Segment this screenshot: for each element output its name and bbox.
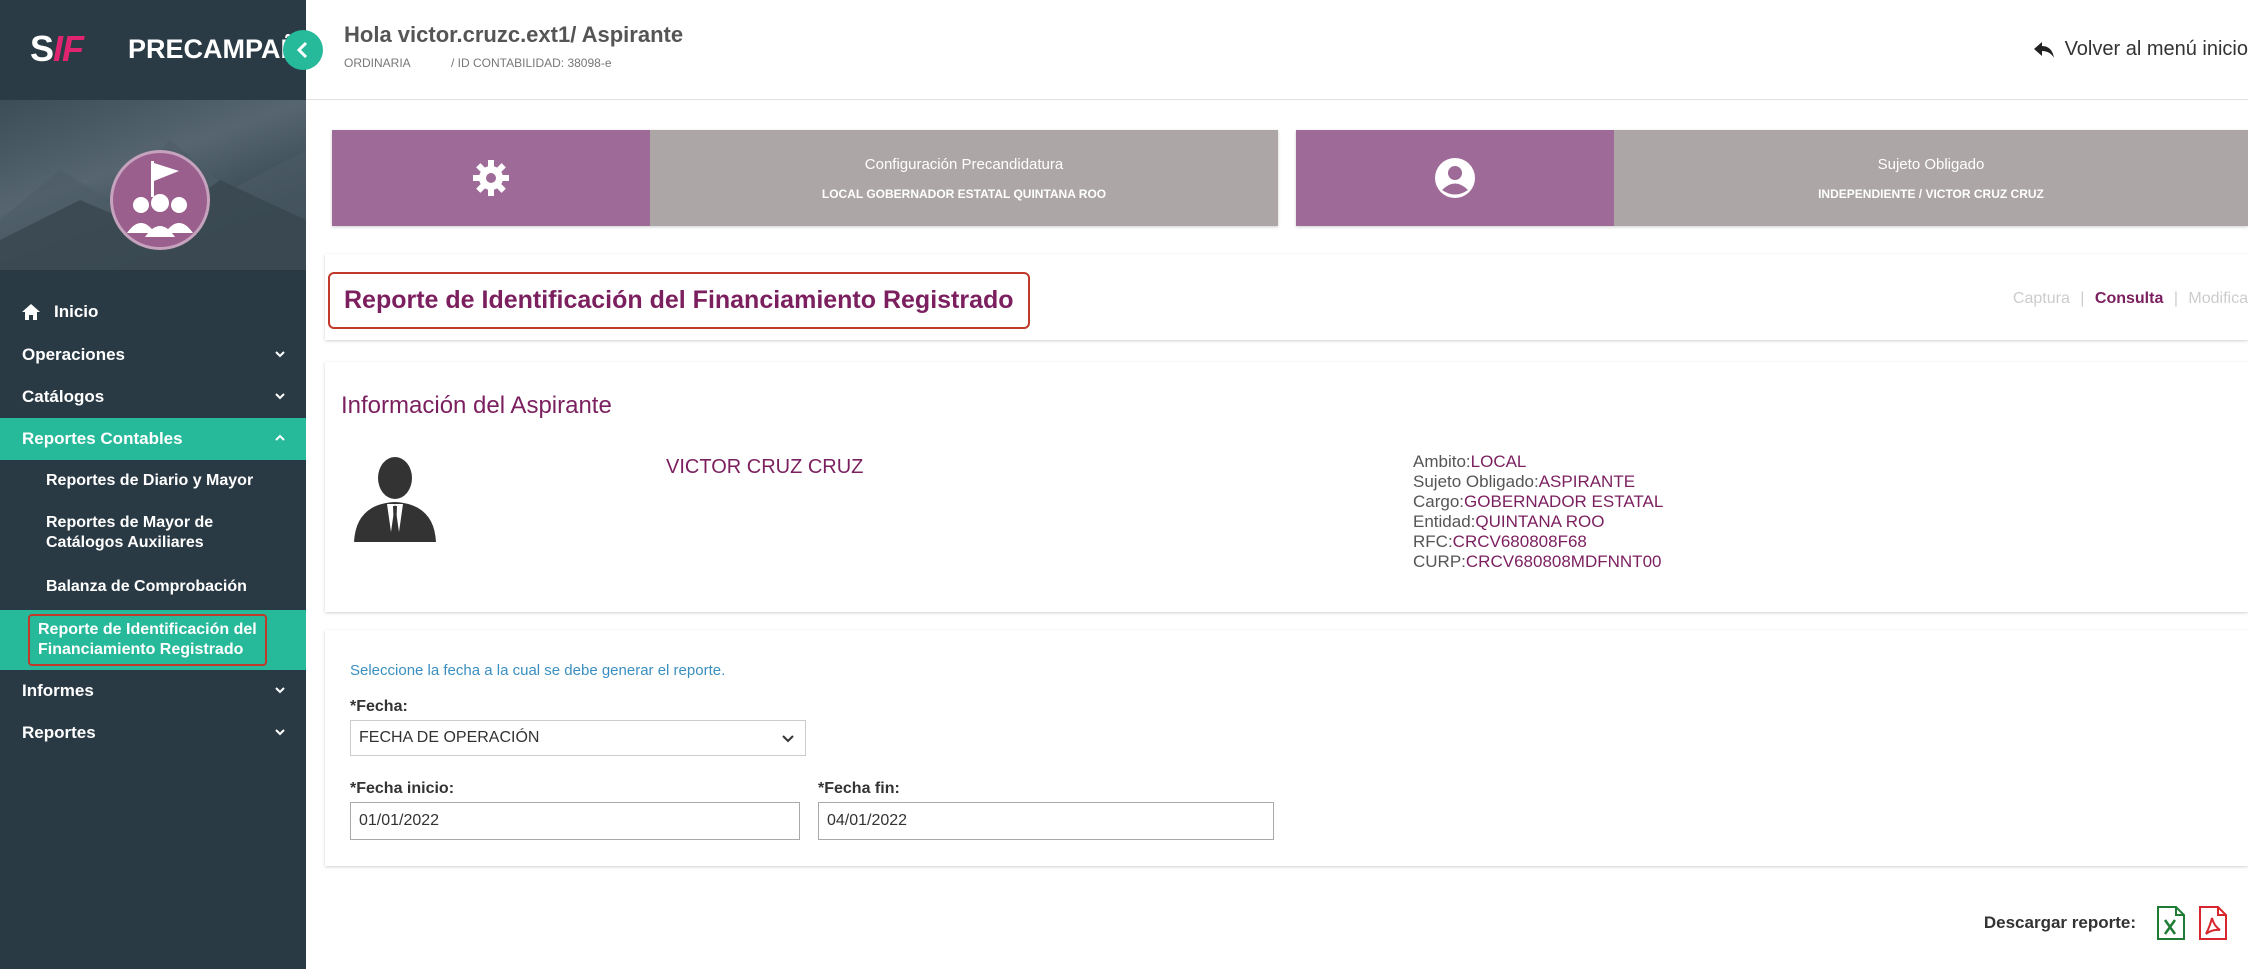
sidebar-subitem-label: Catálogos Auxiliares xyxy=(46,534,204,551)
sidebar-subitem-label: Reportes de Diario y Mayor xyxy=(46,472,254,489)
back-link-label: Volver al menú inicio xyxy=(2064,38,2248,60)
mode-tabs: Captura | Consulta | Modifica xyxy=(2013,290,2248,308)
sidebar-item-reportes-contables[interactable]: Reportes Contables xyxy=(0,418,306,460)
person-avatar-icon xyxy=(354,457,436,542)
config-card-label: Configuración Precandidatura xyxy=(864,155,1064,173)
sidebar-item-label: Inicio xyxy=(54,302,99,321)
entidad-label: Entidad: xyxy=(1413,512,1476,531)
chevron-down-icon xyxy=(275,393,285,400)
entidad-value: QUINTANA ROO xyxy=(1475,512,1605,531)
form-hint: Seleccione la fecha a la cual se debe ge… xyxy=(350,662,726,679)
aspirant-section-title: Información del Aspirante xyxy=(341,392,612,419)
rfc-value: CRCV680808F68 xyxy=(1452,532,1587,551)
rfc-label: RFC: xyxy=(1413,532,1453,551)
pdf-icon[interactable] xyxy=(2198,906,2228,940)
tab-separator: | xyxy=(2080,290,2085,307)
sidebar: SIF PRECAMPAÑA Inicio Operaciones Catálo… xyxy=(0,0,320,969)
fecha-inicio-label: *Fecha inicio: xyxy=(350,780,455,797)
config-card: Configuración Precandidatura LOCAL GOBER… xyxy=(332,130,1278,226)
home-icon xyxy=(22,304,40,320)
aspirant-details: Ambito:LOCAL Sujeto Obligado:ASPIRANTE C… xyxy=(1413,452,1663,572)
sujeto-value: ASPIRANTE xyxy=(1538,472,1636,491)
chevron-down-icon xyxy=(275,687,285,694)
sidebar-subitem-label: Reportes de Mayor de xyxy=(46,514,214,531)
excel-icon[interactable] xyxy=(2156,906,2186,940)
fecha-inicio-input[interactable]: 01/01/2022 xyxy=(350,802,800,840)
download-report-bar: Descargar reporte: xyxy=(1984,906,2228,940)
sujeto-card-label: Sujeto Obligado xyxy=(1877,155,1985,173)
back-to-menu-link[interactable]: Volver al menú inicio xyxy=(2033,38,2248,61)
fecha-fin-value: 04/01/2022 xyxy=(827,812,908,829)
sif-logo: SIF xyxy=(30,28,84,69)
sidebar-item-label: Informes xyxy=(22,681,94,700)
sidebar-item-label: Operaciones xyxy=(22,345,125,364)
sujeto-card: Sujeto Obligado INDEPENDIENTE / VICTOR C… xyxy=(1296,130,2248,226)
sidebar-item-catalogos[interactable]: Catálogos xyxy=(0,376,306,418)
tab-separator: | xyxy=(2173,290,2178,307)
cargo-value: GOBERNADOR ESTATAL xyxy=(1464,492,1664,511)
ambito-value: LOCAL xyxy=(1470,452,1527,471)
sidebar-nav: Inicio Operaciones Catálogos Reportes Co… xyxy=(0,290,306,754)
sidebar-item-label: Catálogos xyxy=(22,387,105,406)
brand-header: SIF PRECAMPAÑA xyxy=(0,0,320,100)
download-label: Descargar reporte: xyxy=(1983,913,2136,932)
gear-icon xyxy=(332,130,650,226)
report-title: Reporte de Identificación del Financiami… xyxy=(328,272,1030,329)
chevron-down-icon xyxy=(275,351,285,358)
sidebar-subitem-mayor-catalogos[interactable]: Reportes de Mayor de Catálogos Auxiliare… xyxy=(0,502,306,564)
tab-captura[interactable]: Captura xyxy=(2013,290,2070,307)
sidebar-subitem-diario-mayor[interactable]: Reportes de Diario y Mayor xyxy=(0,460,306,502)
sidebar-subitem-label: Reporte de Identificación del xyxy=(38,621,257,638)
hero-banner xyxy=(0,100,306,270)
aspirant-panel: Información del Aspirante xyxy=(325,362,2248,612)
sidebar-item-reportes[interactable]: Reportes xyxy=(0,712,306,754)
fecha-fin-label: *Fecha fin: xyxy=(818,780,900,797)
fecha-type-select[interactable]: FECHA DE OPERACIÓN xyxy=(350,720,806,756)
sujeto-label: Sujeto Obligado: xyxy=(1413,472,1539,491)
sidebar-item-label: Reportes xyxy=(22,723,96,742)
aspirant-name: VICTOR CRUZ CRUZ xyxy=(666,456,864,478)
user-circle-icon xyxy=(1296,130,1614,226)
chevron-down-icon xyxy=(782,735,794,743)
sujeto-card-value: INDEPENDIENTE / VICTOR CRUZ CRUZ xyxy=(1818,186,2044,201)
sidebar-item-inicio[interactable]: Inicio xyxy=(0,290,306,334)
config-card-value: LOCAL GOBERNADOR ESTATAL QUINTANA ROO xyxy=(821,186,1107,201)
fecha-fin-input[interactable]: 04/01/2022 xyxy=(818,802,1274,840)
chevron-down-icon xyxy=(275,729,285,736)
sidebar-subitem-balanza[interactable]: Balanza de Comprobación xyxy=(0,564,306,610)
tab-modifica[interactable]: Modifica xyxy=(2188,290,2248,307)
fecha-inicio-value: 01/01/2022 xyxy=(359,812,440,829)
sidebar-item-informes[interactable]: Informes xyxy=(0,670,306,712)
cargo-label: Cargo: xyxy=(1413,492,1465,511)
sidebar-collapse-button[interactable] xyxy=(283,30,323,70)
ambito-label: Ambito: xyxy=(1413,452,1471,471)
tab-consulta[interactable]: Consulta xyxy=(2095,290,2163,307)
fecha-label: *Fecha: xyxy=(350,698,408,715)
curp-label: CURP: xyxy=(1413,552,1466,571)
curp-value: CRCV680808MDFNNT00 xyxy=(1465,552,1662,571)
sidebar-item-operaciones[interactable]: Operaciones xyxy=(0,334,306,376)
user-greeting: Hola victor.cruzc.ext1/ Aspirante xyxy=(344,22,684,47)
process-type: ORDINARIA xyxy=(344,56,411,70)
sidebar-subitem-identificacion-financiamiento[interactable]: Reporte de Identificación del Financiami… xyxy=(0,610,306,670)
chevron-left-icon xyxy=(296,41,308,59)
fecha-type-selected-value: FECHA DE OPERACIÓN xyxy=(359,729,540,746)
participants-emblem-icon xyxy=(110,150,210,250)
chevron-up-icon xyxy=(275,434,285,441)
sidebar-item-label: Reportes Contables xyxy=(22,429,183,448)
top-bar: Hola victor.cruzc.ext1/ Aspirante ORDINA… xyxy=(306,0,2248,100)
sidebar-subitem-label: Financiamiento Registrado xyxy=(38,641,244,658)
reply-arrow-icon xyxy=(2033,41,2054,58)
accounting-id: / ID CONTABILIDAD: 38098-e xyxy=(451,56,612,70)
sidebar-subitem-label: Balanza de Comprobación xyxy=(46,578,247,595)
